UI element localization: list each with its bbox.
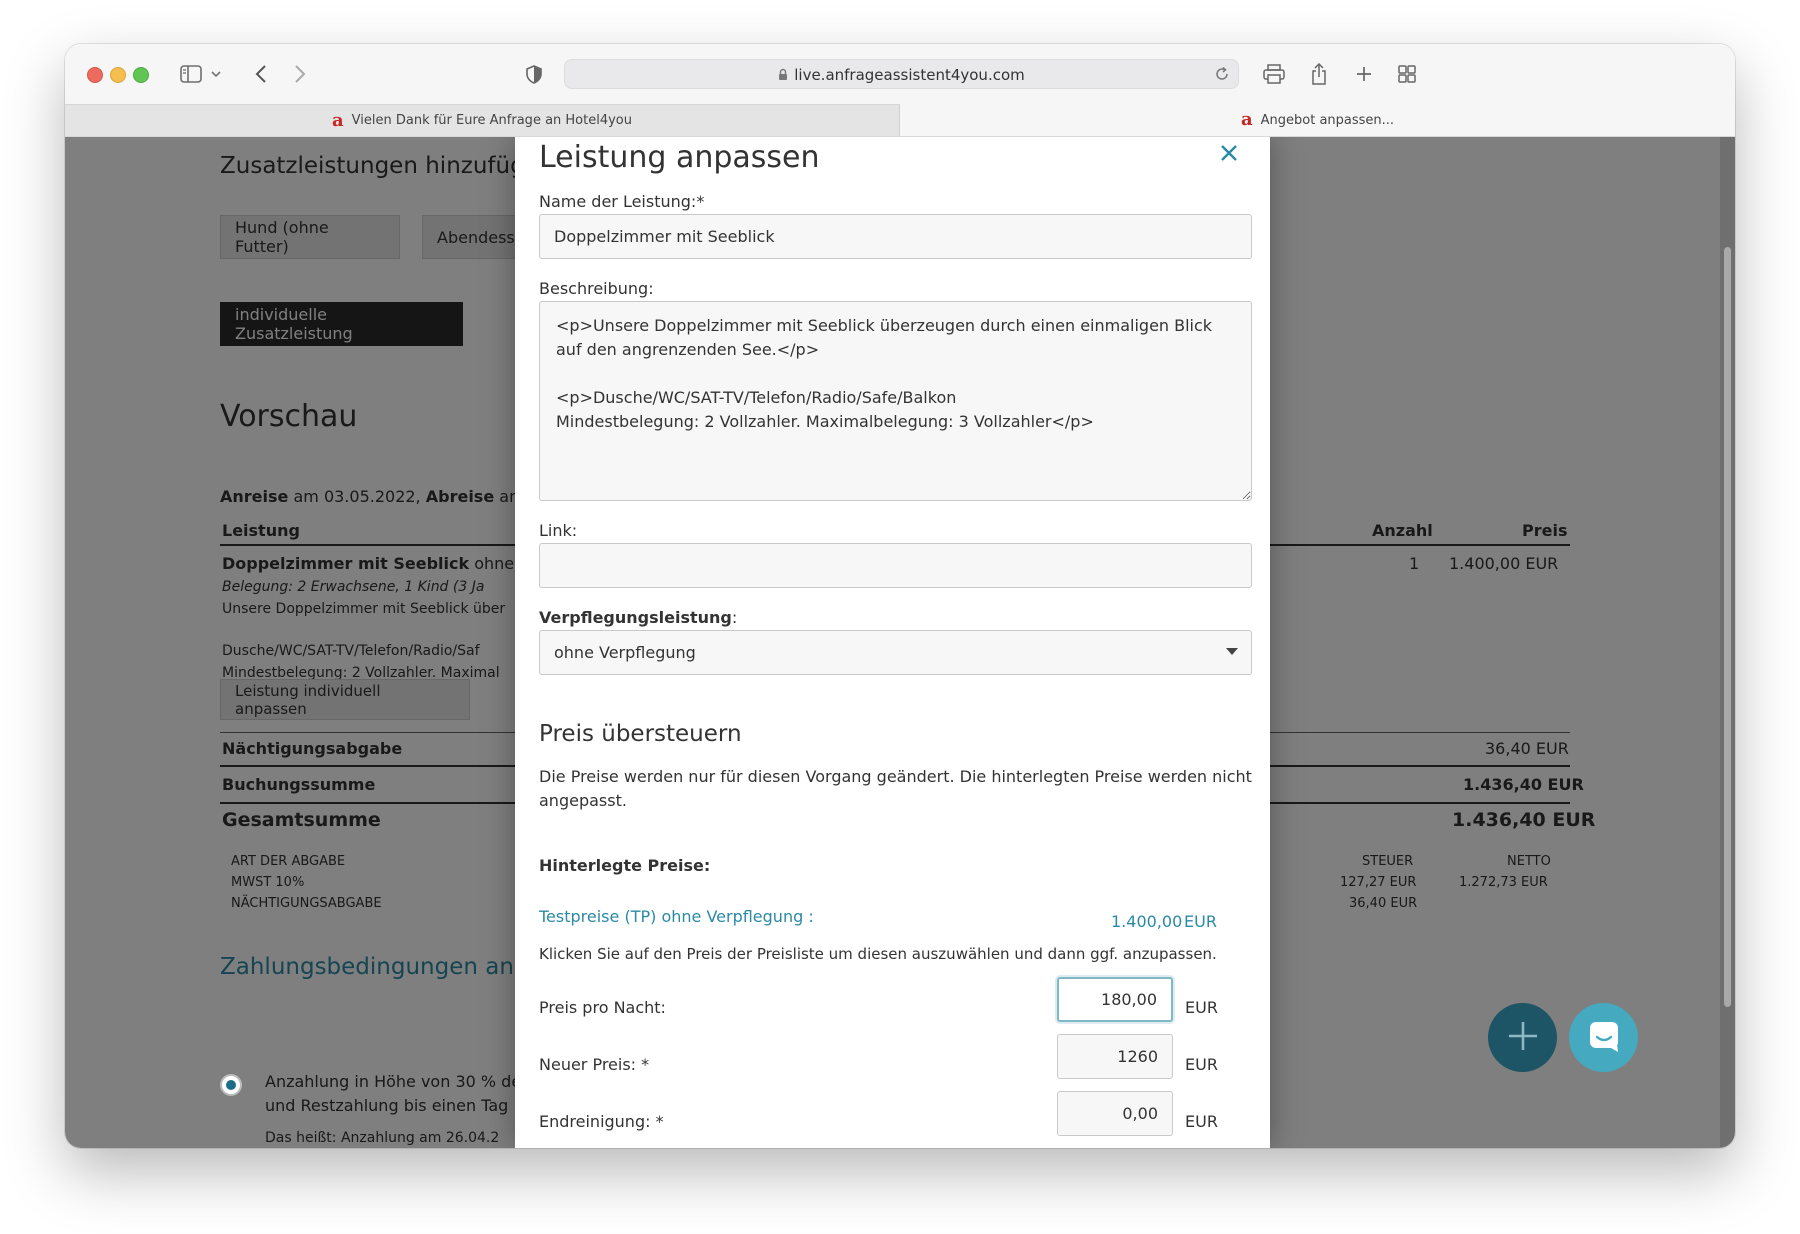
price-list-hint: Klicken Sie auf den Preis der Preisliste… <box>539 945 1217 963</box>
browser-toolbar: live.anfrageassistent4you.com <box>65 44 1735 104</box>
plus-icon[interactable] <box>1354 60 1374 88</box>
sidebar-icon[interactable] <box>178 60 204 88</box>
reload-icon[interactable] <box>1214 66 1230 86</box>
service-name-input[interactable] <box>539 214 1252 259</box>
stored-prices-label: Hinterlegte Preise: <box>539 856 711 875</box>
zoom-window-button[interactable] <box>133 67 149 83</box>
page-scrollbar[interactable] <box>1720 137 1735 1148</box>
close-icon[interactable] <box>1215 139 1243 167</box>
add-button[interactable] <box>1488 1003 1557 1072</box>
per-night-price-input[interactable] <box>1057 977 1173 1022</box>
scrollbar-thumb[interactable] <box>1724 247 1731 1007</box>
tab-label: Angebot anpassen... <box>1260 112 1395 128</box>
shield-icon[interactable] <box>524 60 544 88</box>
per-night-label: Preis pro Nacht: <box>539 998 666 1017</box>
close-window-button[interactable] <box>87 67 103 83</box>
print-icon[interactable] <box>1262 60 1286 88</box>
forward-arrow-icon[interactable] <box>290 60 310 88</box>
browser-window: live.anfrageassistent4you.com a Vielen D… <box>65 44 1735 1148</box>
name-label: Name der Leistung:* <box>539 192 705 211</box>
new-price-label: Neuer Preis: * <box>539 1055 650 1074</box>
caret-down-icon <box>1226 648 1238 655</box>
share-icon[interactable] <box>1309 60 1329 88</box>
link-label: Link: <box>539 521 578 540</box>
tab-edit-offer[interactable]: a Angebot anpassen... <box>900 104 1735 136</box>
link-input[interactable] <box>539 543 1252 588</box>
meal-selected-value: ohne Verpflegung <box>554 643 696 662</box>
chat-icon <box>1587 1019 1621 1057</box>
address-bar[interactable]: live.anfrageassistent4you.com <box>564 59 1239 89</box>
url-text: live.anfrageassistent4you.com <box>794 66 1025 84</box>
price-info-text: Die Preise werden nur für diesen Vorgang… <box>539 767 1252 810</box>
currency-label: EUR <box>1185 1112 1218 1131</box>
add-icon <box>1506 1019 1540 1057</box>
modal-title: Leistung anpassen <box>539 140 820 175</box>
favicon-icon: a <box>331 109 344 131</box>
edit-service-modal: Leistung anpassen Name der Leistung:* Be… <box>515 137 1270 1148</box>
tab-label: Vielen Dank für Eure Anfrage an Hotel4yo… <box>351 113 633 128</box>
meal-select[interactable]: ohne Verpflegung <box>539 630 1252 675</box>
price-list-currency: EUR <box>1184 912 1217 931</box>
cleaning-label: Endreinigung: * <box>539 1112 664 1131</box>
chat-button[interactable] <box>1569 1003 1638 1072</box>
price-override-heading: Preis übersteuern <box>539 721 742 747</box>
meal-label: Verpflegungsleistung: <box>539 608 737 627</box>
back-arrow-icon[interactable] <box>251 60 271 88</box>
payment-option-radio[interactable] <box>220 1074 242 1096</box>
lock-icon <box>778 67 788 85</box>
page-content: Zusatzleistungen hinzufügen Hund (ohne F… <box>65 137 1720 1148</box>
chevron-down-icon[interactable] <box>209 60 223 88</box>
tab-bar: a Vielen Dank für Eure Anfrage an Hotel4… <box>65 104 1735 137</box>
new-price-input[interactable] <box>1057 1034 1173 1079</box>
tab-grid-icon[interactable] <box>1396 60 1418 88</box>
description-textarea[interactable]: <p>Unsere Doppelzimmer mit Seeblick über… <box>539 301 1252 501</box>
cleaning-price-input[interactable] <box>1057 1091 1173 1136</box>
currency-label: EUR <box>1185 998 1218 1017</box>
meal-label-colon: : <box>731 608 738 627</box>
price-list-item-link[interactable]: Testpreise (TP) ohne Verpflegung : <box>539 907 814 926</box>
minimize-window-button[interactable] <box>110 67 126 83</box>
tab-thank-you[interactable]: a Vielen Dank für Eure Anfrage an Hotel4… <box>65 104 900 136</box>
favicon-icon: a <box>1240 109 1253 130</box>
meal-label-text: Verpflegungsleistung <box>539 608 732 627</box>
currency-label: EUR <box>1185 1055 1218 1074</box>
description-label: Beschreibung: <box>539 279 654 298</box>
price-list-value-link[interactable]: 1.400,00 <box>1111 912 1182 931</box>
